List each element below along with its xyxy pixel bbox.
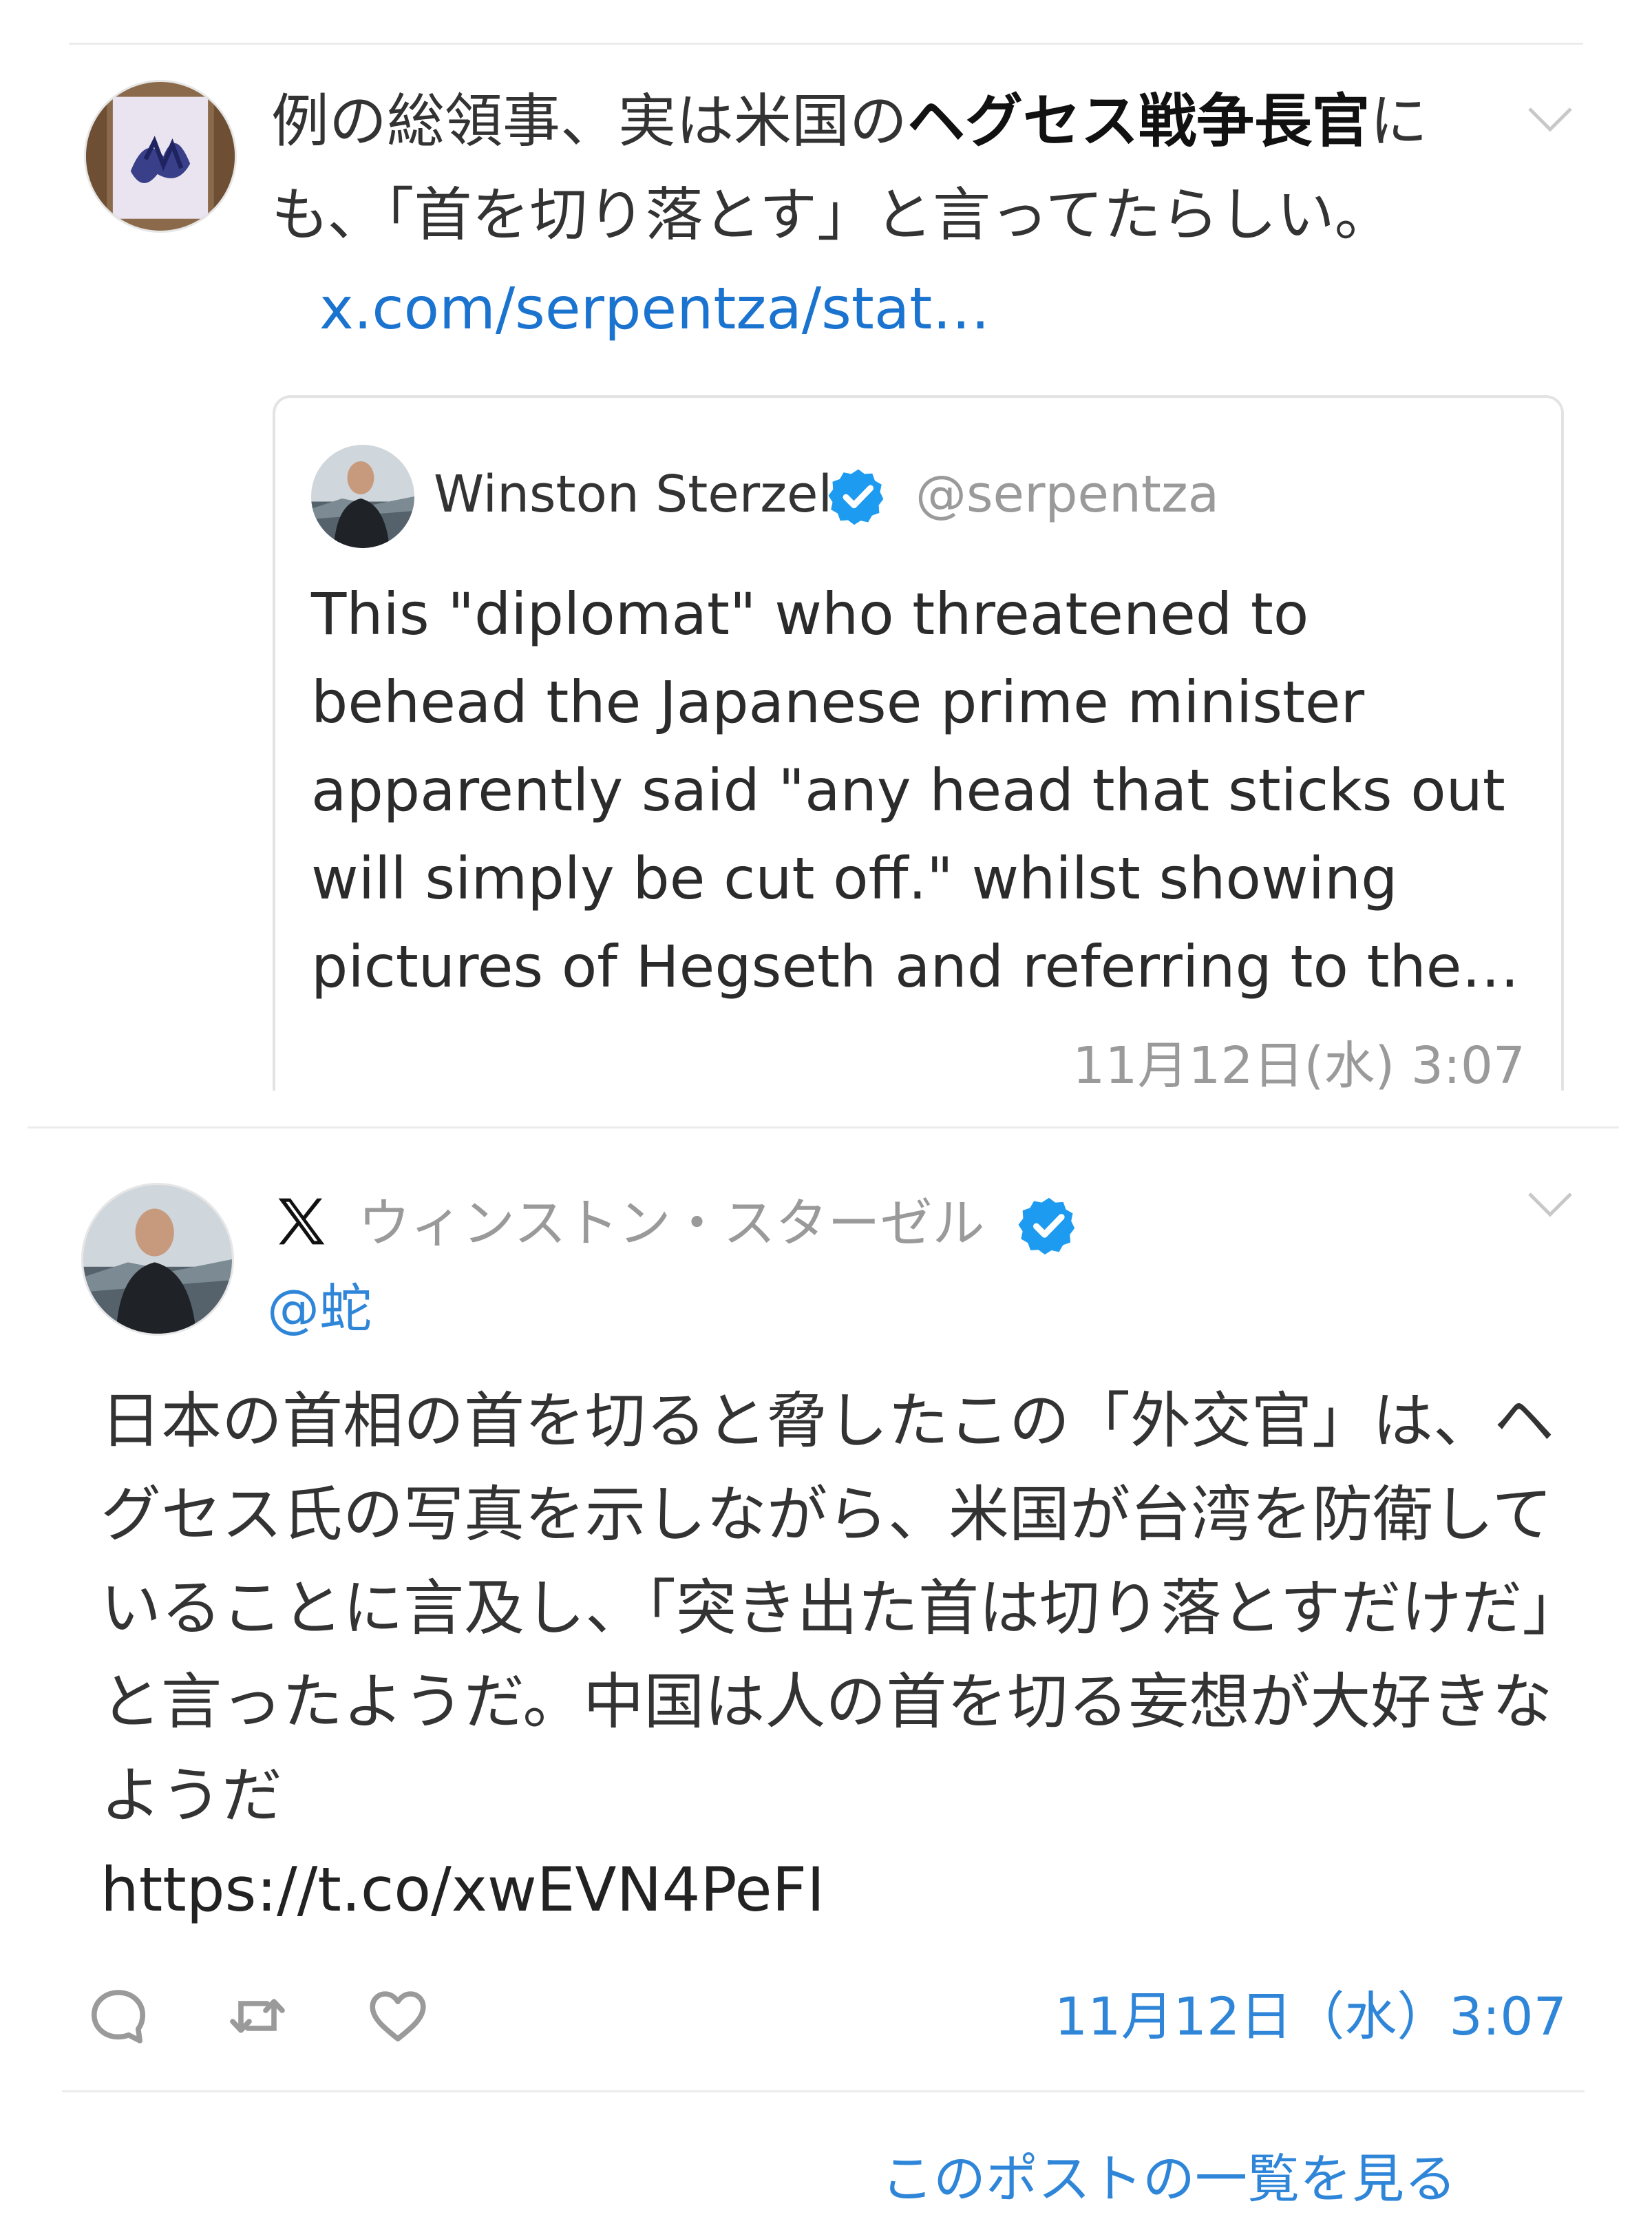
- reply-button[interactable]: [85, 1983, 151, 2049]
- view-more-link[interactable]: このポストの一覧を見る: [881, 2141, 1457, 2217]
- verified-badge-icon: [1017, 1194, 1081, 1257]
- quote-tweet-text: This "diplomat" who threatened to behead…: [311, 580, 1520, 1000]
- reply-icon: [92, 1990, 145, 2043]
- retweet-icon: [230, 1999, 285, 2033]
- top-divider: [69, 43, 1583, 45]
- tweet-text: 例の総領事、実は米国のヘグセス戦争長官にも、「首を切り落とす」と言ってたらしい。…: [271, 74, 1503, 355]
- x-logo-icon: [274, 1194, 329, 1249]
- avatar-image: [86, 82, 235, 231]
- verified-badge-icon: [827, 465, 889, 527]
- heart-icon: [370, 1991, 426, 2041]
- tweet-menu-chevron[interactable]: [1525, 103, 1575, 136]
- avatar[interactable]: [84, 80, 237, 233]
- bottom-divider: [62, 2090, 1585, 2092]
- quote-author-name[interactable]: Winston Sterzel: [434, 460, 832, 529]
- avatar[interactable]: [81, 1183, 234, 1336]
- avatar-image: [311, 445, 414, 548]
- tweet-text-emphasis: ヘグセス戦争長官: [907, 87, 1370, 155]
- tweet-text: 日本の首相の首を切ると脅したこの「外交官」は、ヘグセス氏の写真を示しながら、米国…: [100, 1385, 1555, 1831]
- quote-author-handle[interactable]: @serpentza: [915, 460, 1219, 529]
- tweet-text-part: 例の総領事、実は米国の: [271, 87, 908, 155]
- like-button[interactable]: [365, 1983, 431, 2049]
- tweet-link[interactable]: x.com/serpentza/stat…: [319, 275, 990, 342]
- chevron-down-icon: [1528, 1192, 1572, 1217]
- quote-tweet-card[interactable]: Winston Sterzel @serpentza This "diploma…: [273, 395, 1564, 1091]
- tweet-menu-chevron[interactable]: [1525, 1188, 1575, 1221]
- tweet-url[interactable]: https://t.co/xwEVN4PeFI: [100, 1845, 825, 1935]
- quote-author-avatar[interactable]: [311, 445, 414, 548]
- tweet-timestamp[interactable]: 11月12日（水）3:07: [1055, 1979, 1567, 2055]
- chevron-down-icon: [1528, 107, 1572, 132]
- retweet-button[interactable]: [224, 1983, 290, 2049]
- avatar-image: [83, 1185, 232, 1334]
- tweet-divider: [28, 1126, 1619, 1128]
- author-name[interactable]: ウィンストン・スターゼル: [358, 1186, 984, 1261]
- author-handle[interactable]: @蛇: [267, 1271, 372, 1347]
- quote-tweet-timestamp[interactable]: 11月12日(水) 3:07: [1072, 1031, 1525, 1091]
